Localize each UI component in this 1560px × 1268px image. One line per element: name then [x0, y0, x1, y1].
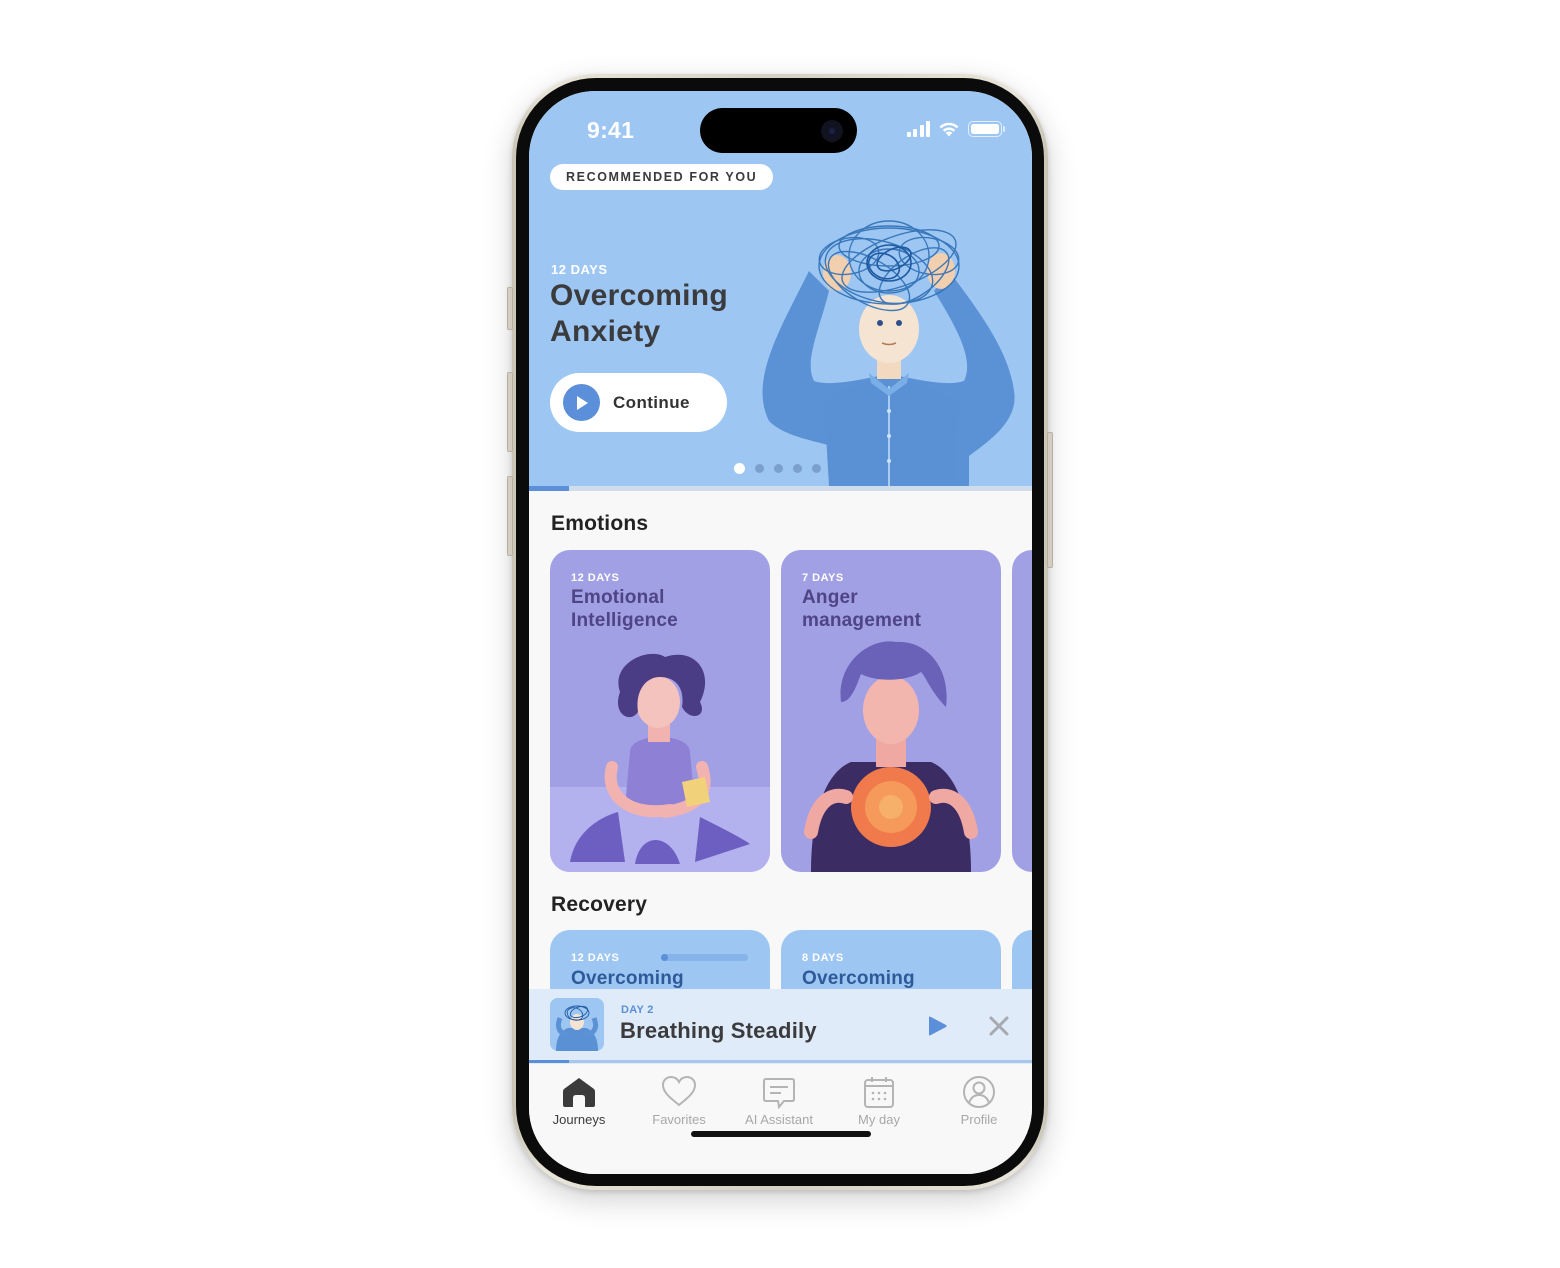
player-thumbnail	[550, 998, 604, 1051]
home-indicator[interactable]	[691, 1131, 871, 1137]
card-title: Overcoming	[802, 968, 915, 989]
woman-with-masks-illustration	[550, 653, 770, 872]
journey-card-next-peek[interactable]	[1012, 550, 1032, 872]
continue-button[interactable]: Continue	[550, 373, 727, 432]
emotions-carousel[interactable]: 12 DAYS Emotional Intelligence 7 DAYS An…	[550, 550, 1032, 872]
tab-ai-assistant[interactable]: AI Assistant	[729, 1075, 829, 1127]
tab-favorites[interactable]: Favorites	[629, 1075, 729, 1127]
carousel-dot[interactable]	[734, 463, 745, 474]
tab-label: Profile	[960, 1112, 998, 1127]
carousel-dot[interactable]	[793, 464, 802, 473]
tab-label: My day	[858, 1112, 900, 1127]
tab-profile[interactable]: Profile	[929, 1075, 1029, 1127]
card-duration: 12 DAYS	[571, 572, 620, 584]
anxious-man-illustration	[762, 220, 1015, 486]
card-duration: 8 DAYS	[802, 952, 844, 964]
volume-down-button	[507, 476, 513, 556]
heart-icon	[661, 1075, 697, 1107]
player-progress-bar	[529, 1060, 1032, 1063]
section-title-recovery: Recovery	[551, 893, 648, 916]
mini-player[interactable]: DAY 2 Breathing Steadily	[529, 989, 1032, 1064]
card-duration: 7 DAYS	[802, 572, 844, 584]
tab-my-day[interactable]: My day	[829, 1075, 929, 1127]
card-title: Emotional Intelligence	[571, 587, 678, 631]
status-time: 9:41	[587, 117, 635, 143]
status-icons	[906, 121, 1005, 137]
play-icon[interactable]	[925, 1014, 949, 1038]
tab-label: Journeys	[552, 1112, 606, 1127]
hero-progress-bar	[529, 486, 1032, 491]
card-title: Anger management	[802, 587, 922, 631]
card-progress-bar	[661, 954, 748, 961]
tab-journeys[interactable]: Journeys	[529, 1075, 629, 1127]
battery-icon	[968, 121, 1005, 137]
cellular-signal-icon	[906, 121, 930, 137]
journey-card-emotional-intelligence[interactable]: 12 DAYS Emotional Intelligence	[550, 550, 770, 872]
card-title: Overcoming	[571, 968, 684, 989]
player-day-label: DAY 2	[621, 1004, 654, 1016]
wifi-icon	[939, 122, 959, 137]
carousel-dot[interactable]	[812, 464, 821, 473]
recommended-badge: RECOMMENDED FOR YOU	[550, 164, 774, 190]
volume-up-button	[507, 372, 513, 452]
card-duration: 12 DAYS	[571, 952, 620, 964]
section-title-emotions: Emotions	[551, 512, 649, 535]
player-track-title: Breathing Steadily	[620, 1018, 817, 1043]
hero-title: Overcoming Anxiety	[550, 279, 729, 348]
card-progress-fill	[661, 954, 668, 961]
home-icon	[563, 1078, 595, 1107]
hero-progress-fill	[529, 486, 570, 491]
carousel-dots	[734, 463, 821, 474]
carousel-dot[interactable]	[755, 464, 764, 473]
carousel-dot[interactable]	[774, 464, 783, 473]
journey-card-anger-management[interactable]: 7 DAYS Anger management	[781, 550, 1001, 872]
tab-label: Favorites	[652, 1112, 706, 1127]
hero-duration: 12 DAYS	[551, 262, 608, 277]
tab-label: AI Assistant	[745, 1112, 813, 1127]
action-button	[507, 287, 513, 330]
front-camera	[821, 120, 843, 142]
app-screen: 9:41 RECOMMENDED FOR YOU 12 DAYS Overcom…	[529, 91, 1032, 1174]
chat-icon	[763, 1078, 795, 1109]
profile-icon	[963, 1076, 995, 1108]
continue-label: Continue	[613, 392, 690, 412]
player-progress-fill	[529, 1060, 570, 1063]
hero-banner[interactable]: 9:41 RECOMMENDED FOR YOU 12 DAYS Overcom…	[529, 91, 1032, 486]
man-with-fireball-illustration	[804, 641, 978, 872]
close-icon[interactable]	[987, 1014, 1011, 1038]
tab-bar: Journeys Favorites AI Assistant My day P…	[529, 1064, 1032, 1174]
dynamic-island	[700, 108, 857, 153]
power-button	[1047, 432, 1053, 568]
play-icon	[563, 384, 600, 421]
calendar-icon	[864, 1077, 894, 1108]
